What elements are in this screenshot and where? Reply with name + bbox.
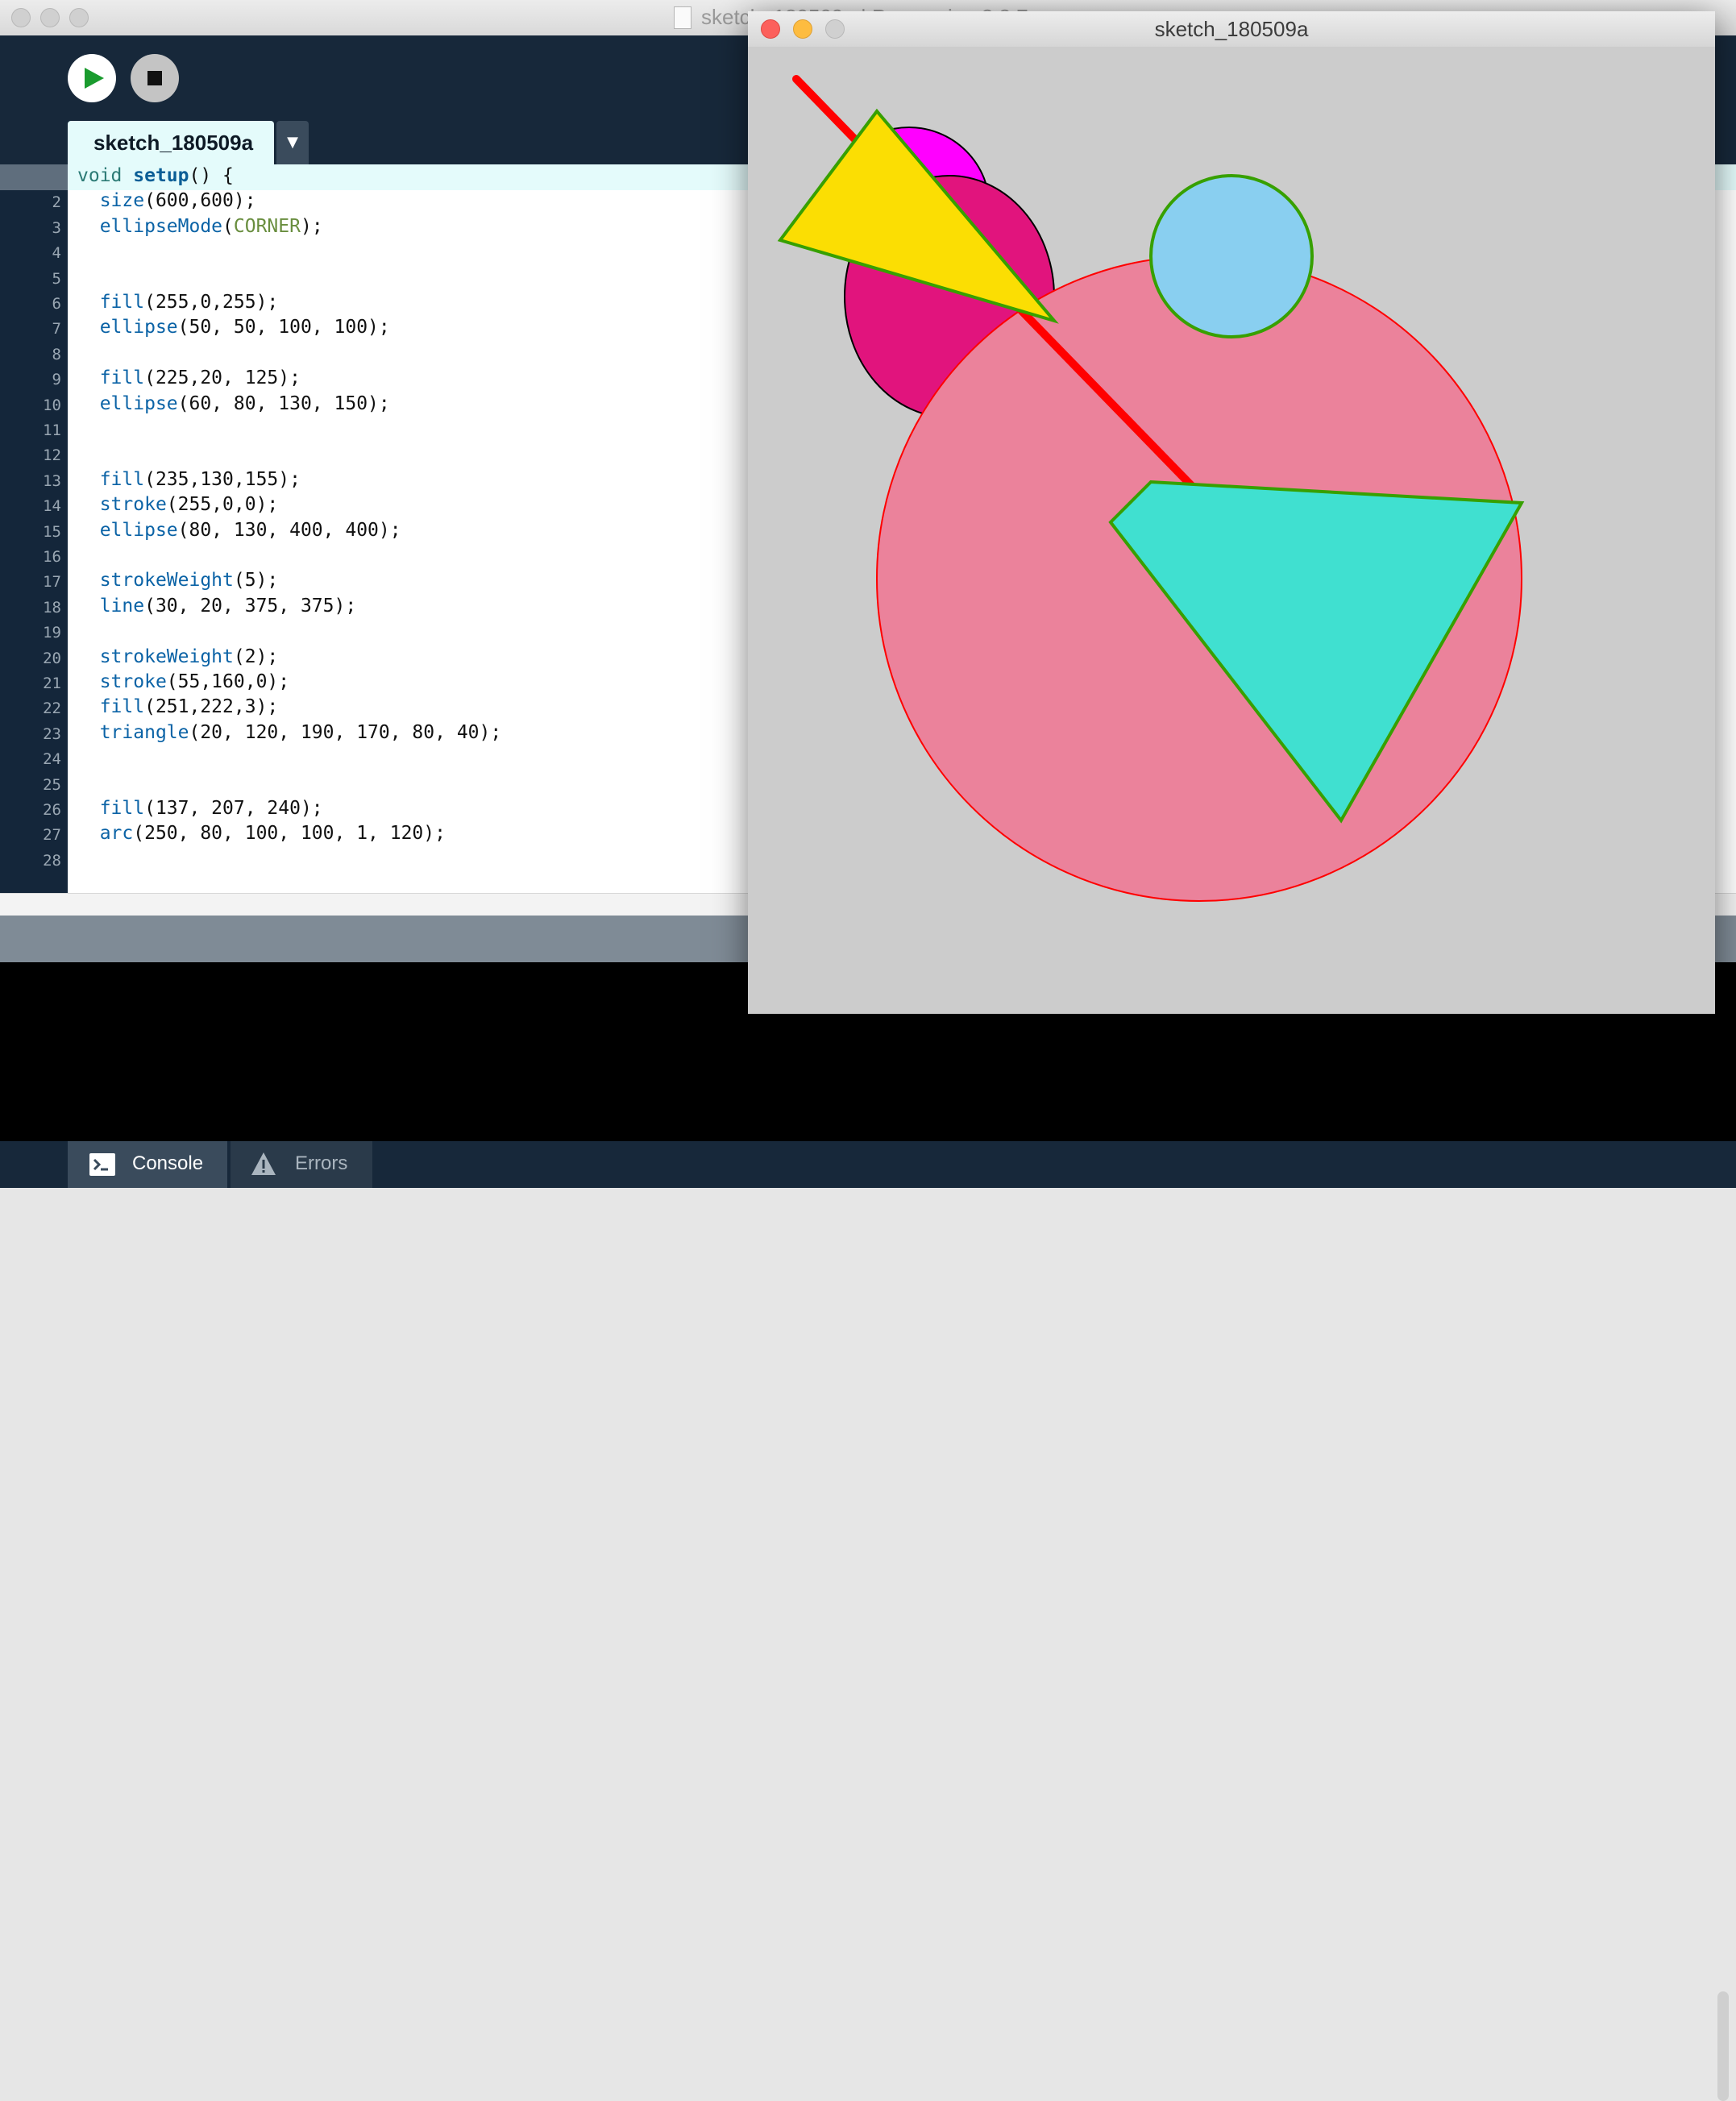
line-number: 15 bbox=[43, 522, 61, 541]
code-line[interactable]: fill(251,222,3); bbox=[77, 696, 279, 717]
line-number: 10 bbox=[43, 396, 61, 414]
code-line[interactable]: ellipse(60, 80, 130, 150); bbox=[77, 393, 390, 414]
code-line[interactable]: fill(235,130,155); bbox=[77, 469, 301, 490]
stop-button[interactable] bbox=[131, 54, 179, 102]
line-number: 22 bbox=[43, 700, 61, 718]
blue-arc bbox=[1149, 174, 1314, 338]
tab-errors-label: Errors bbox=[295, 1152, 348, 1174]
line-number: 27 bbox=[43, 826, 61, 845]
code-line[interactable]: strokeWeight(5); bbox=[77, 570, 279, 591]
ide-close-button[interactable] bbox=[11, 8, 31, 27]
warning-icon bbox=[251, 1152, 276, 1175]
line-number: 7 bbox=[52, 320, 61, 338]
bottom-tab-bar: Console Errors bbox=[0, 1141, 1736, 1188]
line-number: 20 bbox=[43, 649, 61, 667]
document-icon bbox=[674, 6, 691, 29]
line-number: 5 bbox=[52, 269, 61, 288]
tab-menu-button[interactable]: ▼ bbox=[276, 121, 309, 164]
code-line[interactable]: arc(250, 80, 100, 100, 1, 120); bbox=[77, 823, 446, 844]
line-number: 9 bbox=[52, 371, 61, 389]
line-number: 23 bbox=[43, 725, 61, 743]
tab-sketch[interactable]: sketch_180509a bbox=[68, 121, 274, 164]
line-number: 13 bbox=[43, 471, 61, 490]
code-line[interactable]: void setup() { bbox=[77, 165, 234, 186]
code-line[interactable]: line(30, 20, 375, 375); bbox=[77, 596, 357, 617]
stop-icon bbox=[147, 71, 162, 85]
tab-console[interactable]: Console bbox=[68, 1141, 227, 1188]
line-number: 18 bbox=[43, 598, 61, 617]
code-line[interactable]: strokeWeight(2); bbox=[77, 646, 279, 667]
code-line[interactable]: fill(137, 207, 240); bbox=[77, 798, 323, 819]
sketch-window-title: sketch_180509a bbox=[1154, 17, 1309, 41]
line-number: 17 bbox=[43, 573, 61, 592]
line-number-gutter: 1234567891011121314151617181920212223242… bbox=[0, 164, 68, 893]
sketch-titlebar: sketch_180509a bbox=[748, 11, 1715, 48]
chevron-down-icon: ▼ bbox=[287, 134, 298, 151]
code-line[interactable]: fill(225,20, 125); bbox=[77, 367, 301, 388]
code-line[interactable]: ellipse(80, 130, 400, 400); bbox=[77, 520, 401, 541]
tab-console-label: Console bbox=[132, 1152, 204, 1174]
line-number: 3 bbox=[52, 218, 61, 237]
line-number: 12 bbox=[43, 446, 61, 465]
code-line[interactable]: stroke(255,0,0); bbox=[77, 494, 279, 515]
code-line[interactable]: ellipseMode(CORNER); bbox=[77, 216, 323, 237]
line-number: 25 bbox=[43, 775, 61, 794]
code-line[interactable]: fill(255,0,255); bbox=[77, 292, 279, 313]
line-number: 11 bbox=[43, 421, 61, 439]
line-number: 6 bbox=[52, 295, 61, 313]
play-icon bbox=[85, 68, 104, 89]
code-line[interactable]: size(600,600); bbox=[77, 190, 256, 211]
line-number: 14 bbox=[43, 497, 61, 516]
line-number: 8 bbox=[52, 345, 61, 363]
code-line[interactable]: ellipse(50, 50, 100, 100); bbox=[77, 317, 390, 338]
sketch-window: sketch_180509a bbox=[748, 11, 1715, 1014]
line-number: 21 bbox=[43, 675, 61, 692]
line-number: 4 bbox=[52, 244, 61, 263]
line-number: 19 bbox=[43, 624, 61, 642]
current-line-gutter-highlight bbox=[0, 164, 68, 190]
line-number: 2 bbox=[52, 193, 61, 212]
line-number: 24 bbox=[43, 750, 61, 769]
tab-sketch-label: sketch_180509a bbox=[93, 131, 254, 155]
line-number: 16 bbox=[43, 548, 61, 566]
ide-minimize-button[interactable] bbox=[40, 8, 60, 27]
sketch-canvas[interactable] bbox=[748, 47, 1715, 1014]
line-number: 28 bbox=[43, 851, 61, 870]
ide-maximize-button[interactable] bbox=[69, 8, 89, 27]
code-line[interactable]: triangle(20, 120, 190, 170, 80, 40); bbox=[77, 722, 502, 743]
line-number: 26 bbox=[43, 801, 61, 819]
terminal-icon bbox=[89, 1153, 115, 1176]
run-button[interactable] bbox=[68, 54, 116, 102]
code-line[interactable]: stroke(55,160,0); bbox=[77, 671, 289, 692]
console-scrollbar[interactable] bbox=[1717, 1991, 1729, 2101]
tab-errors[interactable]: Errors bbox=[230, 1141, 372, 1188]
